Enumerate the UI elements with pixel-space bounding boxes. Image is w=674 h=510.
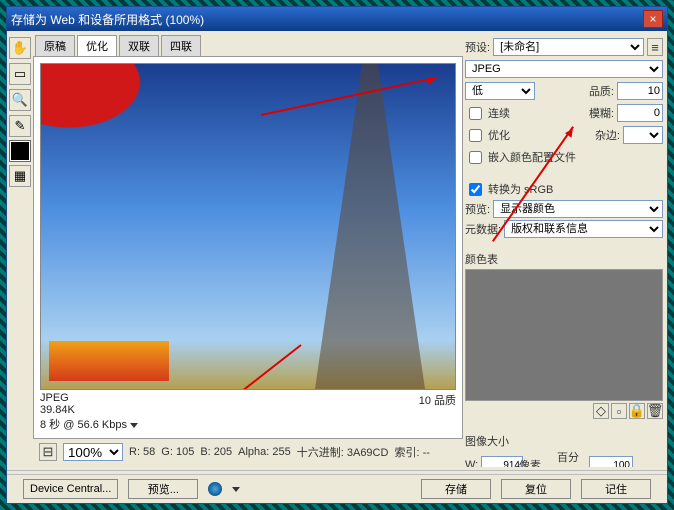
- preview-info: JPEG 39.84K 8 秒 @ 56.6 Kbps: [40, 392, 138, 432]
- optimized-checkbox[interactable]: [469, 129, 482, 142]
- preview-mode-label: 预览:: [465, 201, 490, 217]
- percent-label: 百分比:: [557, 449, 587, 467]
- preset-label: 预设:: [465, 39, 490, 55]
- progressive-checkbox[interactable]: [469, 107, 482, 120]
- preview-tabs: 原稿 优化 双联 四联: [33, 33, 463, 56]
- status-g: G: 105: [161, 446, 194, 458]
- ct-trash-icon[interactable]: 🗑: [647, 403, 663, 419]
- tab-4up[interactable]: 四联: [161, 35, 201, 56]
- slice-visibility-icon[interactable]: ▦: [9, 165, 31, 187]
- foreground-swatch[interactable]: [10, 141, 30, 161]
- convert-srgb-label: 转换为 sRGB: [488, 181, 553, 197]
- tower-shape: [315, 63, 425, 389]
- percent-input[interactable]: [589, 456, 633, 468]
- browser-icon[interactable]: [208, 482, 222, 496]
- save-button[interactable]: 存储: [421, 479, 491, 499]
- quality-input[interactable]: [617, 82, 663, 100]
- annotation-arrow-icon: [159, 344, 302, 390]
- blur-label: 模糊:: [589, 105, 614, 121]
- metadata-select[interactable]: 版权和联系信息: [504, 220, 663, 238]
- titlebar: 存储为 Web 和设备所用格式 (100%) ×: [7, 7, 667, 31]
- reset-button[interactable]: 复位: [501, 479, 571, 499]
- width-input[interactable]: [481, 456, 523, 468]
- image-size-heading: 图像大小: [465, 433, 663, 449]
- eyedropper-tool-icon[interactable]: ✎: [9, 115, 31, 137]
- preview-button[interactable]: 预览...: [128, 479, 198, 499]
- maple-leaf-overlay: [41, 64, 181, 154]
- chevron-down-icon[interactable]: [232, 487, 240, 492]
- preview-format: JPEG: [40, 392, 138, 404]
- tab-2up[interactable]: 双联: [119, 35, 159, 56]
- ct-lock-icon[interactable]: 🔒: [629, 403, 645, 419]
- slice-tool-icon[interactable]: ▭: [9, 63, 31, 85]
- close-icon[interactable]: ×: [643, 10, 663, 28]
- chevron-down-icon: [130, 423, 138, 428]
- embed-profile-label: 嵌入颜色配置文件: [488, 149, 576, 165]
- colortable-heading: 颜色表: [465, 251, 663, 267]
- preview-timing: 8 秒 @ 56.6 Kbps: [40, 416, 138, 432]
- ct-icon[interactable]: ◇: [593, 403, 609, 419]
- convert-srgb-checkbox[interactable]: [469, 183, 482, 196]
- embed-profile-checkbox[interactable]: [469, 151, 482, 164]
- pixels-label: 像素: [519, 457, 545, 467]
- progressive-label: 连续: [488, 105, 510, 121]
- matte-select[interactable]: [623, 126, 663, 144]
- blur-input[interactable]: [617, 104, 663, 122]
- device-central-button[interactable]: Device Central...: [23, 479, 118, 499]
- preset-select[interactable]: [未命名]: [493, 38, 644, 56]
- link-icon[interactable]: ⊟: [39, 443, 57, 461]
- toolbar: ✋ ▭ 🔍 ✎ ▦: [9, 33, 31, 465]
- status-b: B: 205: [200, 446, 232, 458]
- tab-original[interactable]: 原稿: [35, 35, 75, 56]
- preset-menu-icon[interactable]: ≡: [647, 38, 663, 56]
- quality-label: 品质:: [589, 83, 614, 99]
- window-title: 存储为 Web 和设备所用格式 (100%): [11, 11, 204, 28]
- ct-icon[interactable]: ▫: [611, 403, 627, 419]
- foliage-overlay: [49, 341, 169, 381]
- status-index: 索引: --: [394, 444, 429, 460]
- zoom-tool-icon[interactable]: 🔍: [9, 89, 31, 111]
- format-select[interactable]: JPEG: [465, 60, 663, 78]
- image-preview[interactable]: [40, 63, 456, 390]
- preview-size: 39.84K: [40, 404, 138, 416]
- width-label: W:: [465, 459, 479, 467]
- zoom-select[interactable]: 100%: [63, 443, 123, 461]
- tab-optimized[interactable]: 优化: [77, 35, 117, 56]
- quality-preset-select[interactable]: 低: [465, 82, 535, 100]
- optimized-label: 优化: [488, 127, 510, 143]
- status-alpha: Alpha: 255: [238, 446, 291, 458]
- status-hex: 十六进制: 3A69CD: [297, 444, 389, 460]
- hand-tool-icon[interactable]: ✋: [9, 37, 31, 59]
- matte-label: 杂边:: [595, 127, 620, 143]
- preview-quality: 10 品质: [419, 392, 456, 432]
- status-r: R: 58: [129, 446, 155, 458]
- color-table: [465, 269, 663, 401]
- remember-button[interactable]: 记住: [581, 479, 651, 499]
